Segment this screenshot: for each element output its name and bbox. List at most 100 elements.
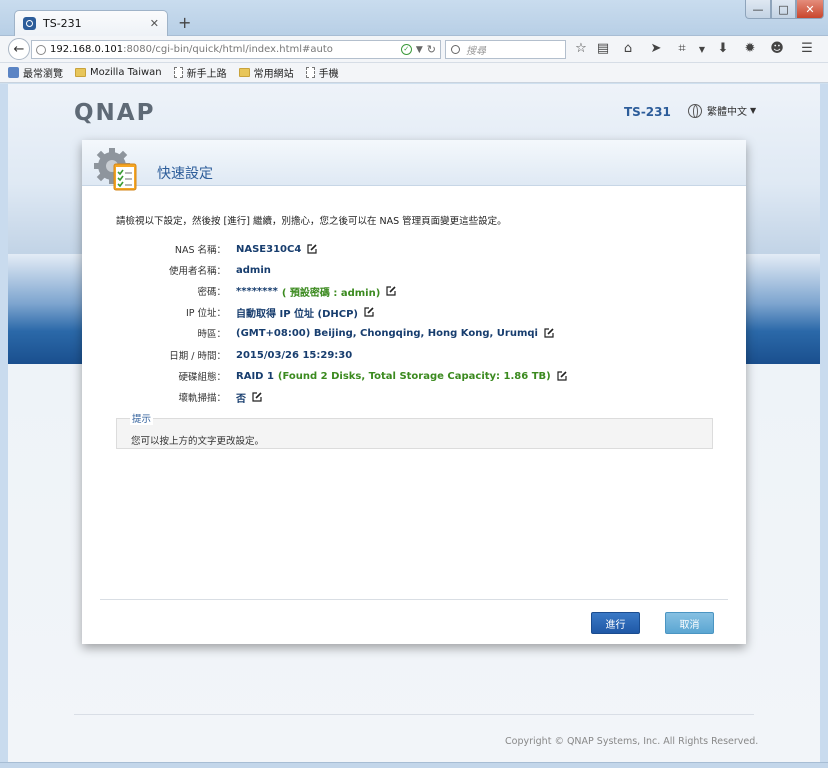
back-button[interactable]: ← <box>8 38 30 60</box>
bookmark-label: Mozilla Taiwan <box>90 67 162 78</box>
setting-row-bad-block-scan: 壞軌掃描： 否 <box>82 390 746 405</box>
minimize-button[interactable]: — <box>745 0 771 19</box>
gear-checklist-icon <box>94 148 137 191</box>
bookmarks-bar: 最常瀏覽 Mozilla Taiwan 新手上路 常用網站 手機 <box>0 63 828 83</box>
model-name: TS-231 <box>624 105 671 119</box>
home-icon[interactable]: ⌂ <box>620 41 636 56</box>
qnap-logo: QNAP <box>74 100 156 126</box>
setting-row-disk-config: 硬碟組態： RAID 1 (Found 2 Disks, Total Storage… <box>82 369 746 383</box>
bookmark-label: 新手上路 <box>186 69 227 80</box>
edit-icon[interactable] <box>307 244 317 254</box>
maximize-button[interactable]: □ <box>771 0 796 19</box>
page-icon <box>305 67 315 78</box>
setting-row-password: 密碼： ******** ( 預設密碼 : admin) <box>82 284 746 299</box>
next-button[interactable]: 進行 <box>591 612 640 634</box>
bookmark-mozilla-taiwan[interactable]: Mozilla Taiwan <box>75 67 162 78</box>
page-icon <box>173 67 183 78</box>
setting-label: 密碼： <box>197 287 226 298</box>
page-viewport: QNAP TS-231 繁體中文 ▼ 快速設定 請檢視以下設定，然後按 [進行]… <box>8 84 820 762</box>
tab-title: TS-231 <box>43 17 82 30</box>
chevron-down-icon: ▼ <box>750 106 757 115</box>
edit-icon[interactable] <box>386 286 396 296</box>
bookmark-most-visited[interactable]: 最常瀏覽 <box>8 65 63 80</box>
edit-icon[interactable] <box>364 307 374 317</box>
folder-icon <box>238 68 250 77</box>
star-icon[interactable]: ☆ <box>573 41 589 56</box>
folder-icon <box>75 68 86 77</box>
bookmark-label: 手機 <box>318 69 339 80</box>
language-selector[interactable]: 繁體中文 ▼ <box>688 103 756 118</box>
window-frame-left <box>0 84 8 762</box>
chevron-down-icon[interactable]: ▼ <box>694 45 710 54</box>
setting-label: NAS 名稱： <box>174 245 226 256</box>
bookmark-mobile[interactable]: 手機 <box>305 65 339 80</box>
setting-extra-password[interactable]: ( 預設密碼 : admin) <box>282 284 380 299</box>
browser-navbar: ← 192.168.0.101 :8080/cgi-bin/quick/html… <box>0 36 828 63</box>
search-placeholder: 搜尋 <box>466 46 486 57</box>
setting-row-time-zone: 時區： (GMT+08:00) Beijing, Chongqing, Hong … <box>82 326 746 340</box>
setting-label: 硬碟組態： <box>178 372 226 383</box>
window-frame-bottom <box>0 762 828 768</box>
intro-text: 請檢視以下設定，然後按 [進行] 繼續，別擔心，您之後可以在 NAS 管理頁面變… <box>116 216 507 227</box>
send-icon[interactable]: ➤ <box>648 41 664 56</box>
setting-value-disk-config[interactable]: RAID 1 <box>236 371 274 382</box>
setting-label: 日期 / 時間： <box>169 351 226 362</box>
download-icon[interactable]: ⬇ <box>715 41 731 56</box>
setting-row-username: 使用者名稱： admin <box>82 263 746 278</box>
hint-text: 您可以按上方的文字更改設定。 <box>131 436 265 447</box>
site-info-icon[interactable] <box>36 44 46 55</box>
menu-icon[interactable]: ☰ <box>799 41 815 56</box>
window-frame-right <box>820 84 828 762</box>
divider <box>100 599 728 600</box>
setting-row-nas-name: NAS 名稱： NASE310C4 <box>82 242 746 256</box>
bookmark-label: 常用網站 <box>253 69 294 80</box>
footer-divider <box>74 714 754 715</box>
setting-label: IP 位址： <box>185 308 226 319</box>
globe-icon <box>688 103 702 118</box>
verified-check-icon: ✓ <box>400 44 412 55</box>
browser-tab-strip: TS-231 ✕ + — □ ✕ <box>0 0 828 36</box>
cancel-button[interactable]: 取消 <box>665 612 714 634</box>
edit-icon[interactable] <box>252 392 262 402</box>
setting-label: 壞軌掃描： <box>178 393 226 404</box>
setting-label: 時區： <box>197 329 226 340</box>
search-bar[interactable]: 搜尋 <box>445 40 566 59</box>
smiley-icon[interactable]: ☻ <box>769 41 785 56</box>
qnap-favicon-icon <box>23 17 36 30</box>
browser-tab[interactable]: TS-231 ✕ <box>14 10 168 36</box>
crop-icon[interactable]: ⌗ <box>674 41 690 56</box>
setting-value-ip-address[interactable]: 自動取得 IP 位址 (DHCP) <box>236 305 358 320</box>
setting-value-time-zone[interactable]: (GMT+08:00) Beijing, Chongqing, Hong Kon… <box>236 328 538 339</box>
copyright-text: Copyright © QNAP Systems, Inc. All Right… <box>505 736 759 747</box>
setting-value-nas-name[interactable]: NASE310C4 <box>236 244 301 255</box>
clipboard-icon[interactable]: ▤ <box>595 41 611 56</box>
settings-icon[interactable]: ✹ <box>742 41 758 56</box>
setting-value-password[interactable]: ******** <box>236 286 278 297</box>
star-folder-icon <box>8 67 19 78</box>
close-window-button[interactable]: ✕ <box>796 0 824 19</box>
dropdown-arrow-icon[interactable]: ▼ <box>416 45 423 55</box>
tab-close-icon[interactable]: ✕ <box>150 17 159 30</box>
edit-icon[interactable] <box>544 328 554 338</box>
edit-icon[interactable] <box>557 371 567 381</box>
page-title: 快速設定 <box>157 166 213 182</box>
url-path: :8080/cgi-bin/quick/html/index.html#auto <box>123 44 333 55</box>
setting-row-date-time: 日期 / 時間： 2015/03/26 15:29:30 <box>82 348 746 363</box>
hint-title: 提示 <box>130 411 154 425</box>
setting-value-username[interactable]: admin <box>236 265 271 276</box>
setting-label: 使用者名稱： <box>168 266 226 277</box>
bookmark-common-sites[interactable]: 常用網站 <box>238 65 294 80</box>
quick-setup-card: 快速設定 請檢視以下設定，然後按 [進行] 繼續，別擔心，您之後可以在 NAS … <box>82 140 746 644</box>
new-tab-button[interactable]: + <box>178 13 191 32</box>
setting-value-bad-block-scan[interactable]: 否 <box>236 390 246 405</box>
back-arrow-icon: ← <box>13 41 25 57</box>
setting-row-ip-address: IP 位址： 自動取得 IP 位址 (DHCP) <box>82 305 746 320</box>
reload-icon[interactable]: ↻ <box>427 43 436 56</box>
language-label: 繁體中文 <box>707 107 747 118</box>
setting-value-date-time[interactable]: 2015/03/26 15:29:30 <box>236 350 352 361</box>
url-bar[interactable]: 192.168.0.101 :8080/cgi-bin/quick/html/i… <box>31 40 441 59</box>
setting-extra-disk-config[interactable]: (Found 2 Disks, Total Storage Capacity: … <box>278 371 551 382</box>
url-host: 192.168.0.101 <box>50 44 124 55</box>
bookmark-label: 最常瀏覽 <box>23 69 63 80</box>
bookmark-getting-started[interactable]: 新手上路 <box>173 65 227 80</box>
